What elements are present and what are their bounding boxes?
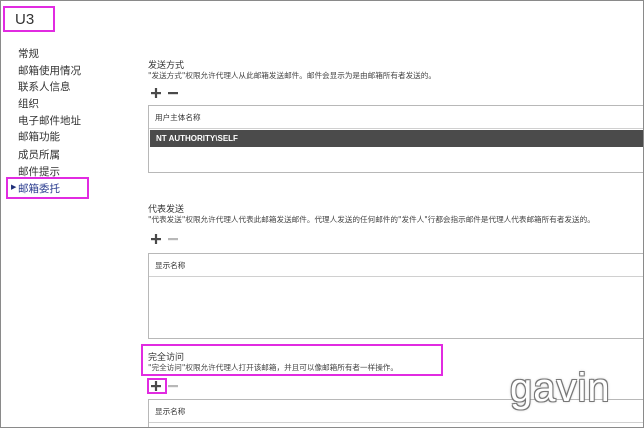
add-button-highlight-box [147, 378, 167, 394]
nav-item-contact-info[interactable]: 联系人信息 [18, 79, 71, 94]
nav-item-email-address[interactable]: 电子邮件地址 [18, 113, 81, 128]
minus-icon[interactable] [168, 92, 178, 95]
list-item-selected[interactable]: NT AUTHORITY\SELF [150, 130, 643, 147]
title-highlight-box [3, 6, 55, 32]
nav-item-mailbox-usage[interactable]: 邮箱使用情况 [18, 63, 81, 78]
send-as-toolbar [151, 86, 191, 100]
watermark: gavin [510, 366, 611, 410]
send-on-behalf-column-header[interactable]: 显示名称 [155, 260, 185, 271]
send-as-list[interactable]: 用户主体名称 NT AUTHORITY\SELF [148, 105, 643, 173]
send-on-behalf-toolbar [151, 232, 191, 246]
nav-item-general[interactable]: 常规 [18, 46, 39, 61]
send-on-behalf-description: "代表发送"权限允许代理人代表此邮箱发送邮件。代理人发送的任何邮件的"发件人"行… [148, 215, 595, 224]
header-divider [149, 276, 643, 277]
send-on-behalf-list[interactable]: 显示名称 [148, 253, 643, 339]
send-as-description: "发送方式"权限允许代理人从此邮箱发送邮件。邮件会显示为是由邮箱所有者发送的。 [148, 71, 436, 80]
nav-highlight-box [6, 177, 89, 199]
header-divider [149, 128, 643, 129]
full-access-column-header[interactable]: 显示名称 [155, 406, 185, 417]
plus-icon[interactable] [151, 234, 161, 244]
minus-icon[interactable] [168, 238, 178, 241]
nav-item-organization[interactable]: 组织 [18, 96, 39, 111]
header-divider [149, 422, 643, 423]
full-access-highlight-box [141, 344, 443, 376]
plus-icon[interactable] [151, 88, 161, 98]
nav-item-mailbox-features[interactable]: 邮箱功能 [18, 129, 60, 144]
nav-item-member-of[interactable]: 成员所属 [18, 147, 60, 162]
send-as-column-header[interactable]: 用户主体名称 [155, 112, 201, 123]
minus-icon[interactable] [168, 385, 178, 388]
mailbox-properties-window: U3 常规 邮箱使用情况 联系人信息 组织 电子邮件地址 邮箱功能 成员所属 邮… [0, 0, 644, 428]
